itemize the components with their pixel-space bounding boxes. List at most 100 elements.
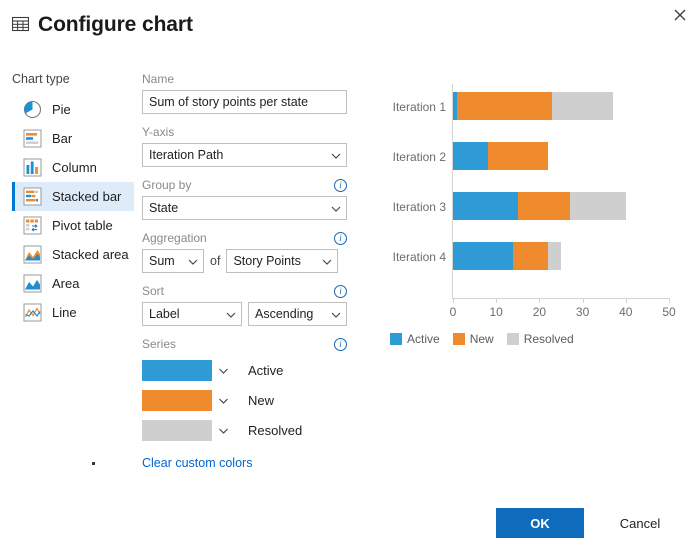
series-color-swatch-active[interactable]	[142, 360, 212, 381]
chart-bar-segment[interactable]	[453, 242, 513, 270]
chart-bar-group[interactable]	[453, 92, 613, 120]
chart-legend-label: New	[470, 332, 494, 346]
chart-bar-segment[interactable]	[453, 142, 488, 170]
chart-x-tick	[453, 298, 454, 303]
chart-bar-segment[interactable]	[570, 192, 626, 220]
chart-type-item-column[interactable]: Column	[12, 153, 134, 182]
group-by-value: State	[149, 201, 178, 215]
name-label: Name	[142, 72, 347, 86]
chart-x-tick	[583, 298, 584, 303]
chart-bar-group[interactable]	[453, 242, 561, 270]
chart-type-label: Chart type	[12, 72, 134, 86]
chart-x-tick-label: 0	[450, 305, 457, 319]
area-chart-icon	[23, 274, 42, 293]
chart-legend-item[interactable]: New	[453, 332, 494, 346]
aggregation-field-value: Story Points	[233, 254, 300, 268]
chart-type-item-stacked-bar[interactable]: Stacked bar	[12, 182, 134, 211]
chart-type-item-pivot-table[interactable]: Pivot table	[12, 211, 134, 240]
sort-by-select[interactable]: Label	[142, 302, 242, 326]
stacked-bar-chart-icon	[23, 187, 42, 206]
group-by-select[interactable]: State	[142, 196, 347, 220]
close-icon	[674, 9, 686, 21]
stacked-area-chart-icon	[23, 245, 42, 264]
chart-bar-segment[interactable]	[513, 242, 548, 270]
cancel-button[interactable]: Cancel	[600, 508, 680, 538]
chart-x-tick-label: 30	[576, 305, 589, 319]
series-name-new: New	[248, 393, 274, 408]
chart-category-label: Iteration 2	[326, 150, 446, 164]
chart-bar-segment[interactable]	[488, 142, 548, 170]
chart-legend-item[interactable]: Active	[390, 332, 440, 346]
y-axis-value: Iteration Path	[149, 148, 223, 162]
chevron-down-icon	[226, 309, 236, 319]
y-axis-label: Y-axis	[142, 125, 347, 139]
chart-x-tick-label: 40	[619, 305, 632, 319]
chart-settings-form: Name Sum of story points per state Y-axi…	[142, 72, 347, 470]
chart-type-label-line: Line	[52, 305, 77, 320]
chart-bar-segment[interactable]	[453, 192, 518, 220]
chart-legend: Active New Resolved	[390, 332, 581, 346]
chart-type-item-bar[interactable]: Bar	[12, 124, 134, 153]
chart-type-item-pie[interactable]: Pie	[12, 95, 134, 124]
aggregation-label: Aggregation i	[142, 231, 347, 245]
name-label-text: Name	[142, 72, 174, 86]
series-color-swatch-resolved[interactable]	[142, 420, 212, 441]
page-title: Configure chart	[38, 14, 193, 35]
sort-label-text: Sort	[142, 284, 164, 298]
y-axis-label-text: Y-axis	[142, 125, 174, 139]
chart-x-tick	[626, 298, 627, 303]
chart-category-label: Iteration 4	[326, 250, 446, 264]
chart-x-tick-label: 20	[533, 305, 546, 319]
chart-plot-area: Iteration 1Iteration 2Iteration 3Iterati…	[366, 80, 690, 310]
chevron-down-icon	[331, 309, 341, 319]
sort-row: Label Ascending	[142, 302, 347, 326]
y-axis-select[interactable]: Iteration Path	[142, 143, 347, 167]
chart-type-label-stacked-area: Stacked area	[52, 247, 129, 262]
series-label-text: Series	[142, 337, 176, 351]
aggregation-function-value: Sum	[149, 254, 175, 268]
sort-direction-select[interactable]: Ascending	[248, 302, 347, 326]
chart-type-item-line[interactable]: Line	[12, 298, 134, 327]
column-chart-icon	[23, 158, 42, 177]
series-color-dropdown-new[interactable]	[212, 395, 234, 406]
aggregation-field-select[interactable]: Story Points	[226, 249, 338, 273]
series-info-icon[interactable]: i	[334, 338, 347, 351]
chart-category-label: Iteration 1	[326, 100, 446, 114]
chart-bar-group[interactable]	[453, 192, 626, 220]
name-input[interactable]: Sum of story points per state	[142, 90, 347, 114]
ok-button[interactable]: OK	[496, 508, 584, 538]
chevron-down-icon	[188, 256, 198, 266]
chart-bar-segment[interactable]	[548, 242, 561, 270]
chart-legend-item[interactable]: Resolved	[507, 332, 574, 346]
close-window-button[interactable]	[665, 2, 695, 28]
chart-type-item-area[interactable]: Area	[12, 269, 134, 298]
chart-type-item-stacked-area[interactable]: Stacked area	[12, 240, 134, 269]
clear-custom-colors-link[interactable]: Clear custom colors	[142, 456, 252, 470]
bar-chart-icon	[23, 129, 42, 148]
pie-chart-icon	[23, 100, 42, 119]
line-chart-icon	[23, 303, 42, 322]
series-color-dropdown-active[interactable]	[212, 365, 234, 376]
group-by-info-icon[interactable]: i	[334, 179, 347, 192]
chart-table-icon	[12, 16, 29, 33]
series-color-swatch-new[interactable]	[142, 390, 212, 411]
series-name-resolved: Resolved	[248, 423, 302, 438]
aggregation-function-select[interactable]: Sum	[142, 249, 204, 273]
chart-bar-segment[interactable]	[457, 92, 552, 120]
aggregation-info-icon[interactable]: i	[334, 232, 347, 245]
series-row-active: Active	[142, 355, 347, 385]
chart-x-tick-label: 50	[662, 305, 675, 319]
sort-info-icon[interactable]: i	[334, 285, 347, 298]
aggregation-of-text: of	[210, 254, 220, 268]
pivot-table-icon	[23, 216, 42, 235]
chart-type-label-bar: Bar	[52, 131, 72, 146]
chart-bar-segment[interactable]	[552, 92, 612, 120]
series-color-dropdown-resolved[interactable]	[212, 425, 234, 436]
series-row-new: New	[142, 385, 347, 415]
chart-bar-segment[interactable]	[518, 192, 570, 220]
chart-legend-swatch	[390, 333, 402, 345]
chart-legend-swatch	[507, 333, 519, 345]
chart-type-label-pivot-table: Pivot table	[52, 218, 113, 233]
chart-bar-group[interactable]	[453, 142, 548, 170]
series-name-active: Active	[248, 363, 283, 378]
